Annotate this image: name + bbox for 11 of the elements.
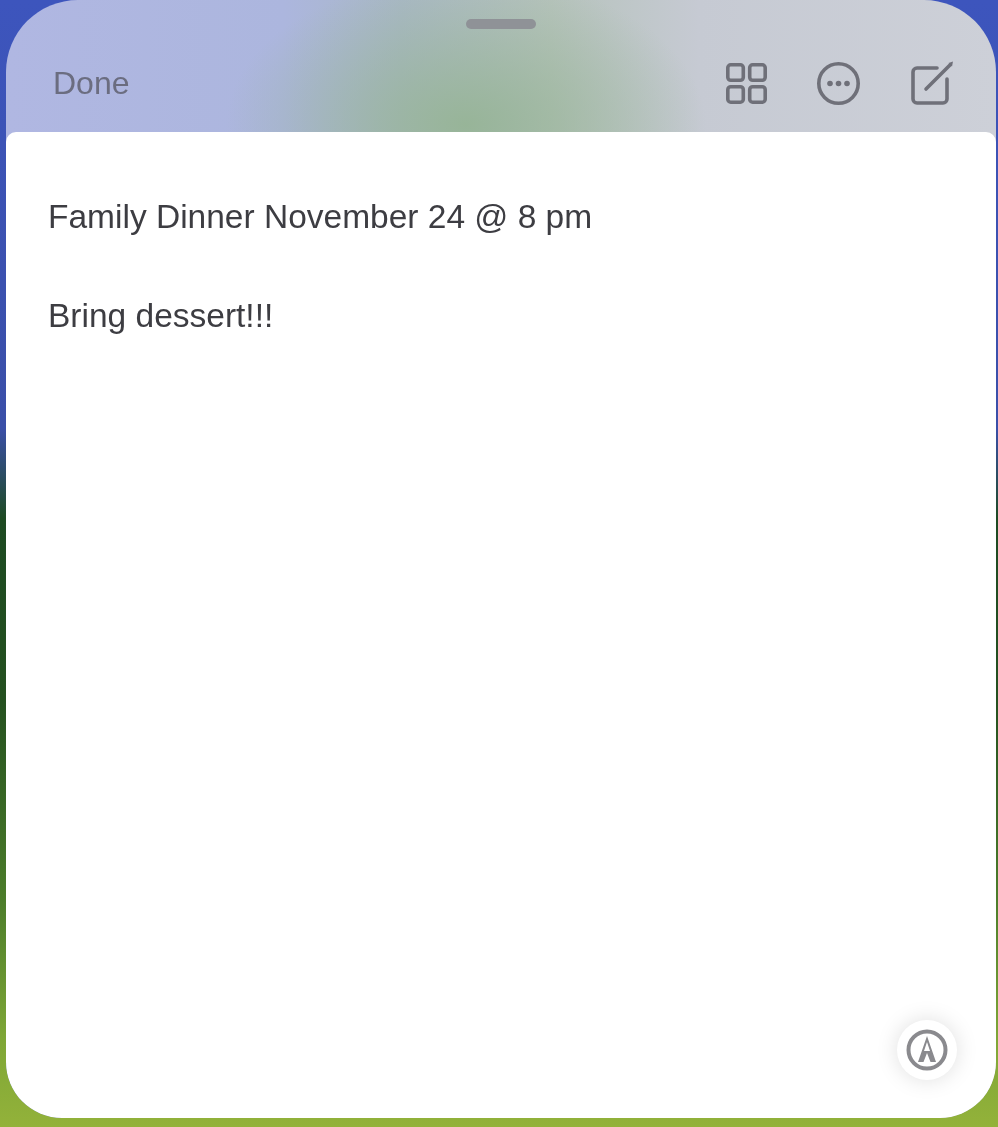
drag-handle[interactable] <box>466 19 536 29</box>
note-editor[interactable]: Family Dinner November 24 @ 8 pm Bring dessert!!! <box>6 132 996 1118</box>
note-text: Family Dinner November 24 @ 8 pm <box>48 197 594 237</box>
compose-icon <box>910 61 955 105</box>
note-text: Bring dessert!!! <box>48 296 275 336</box>
grid-view-button[interactable] <box>726 62 767 104</box>
more-icon <box>817 61 860 105</box>
compose-button[interactable] <box>910 61 955 105</box>
pen-tip-icon <box>906 1029 948 1071</box>
grid-icon <box>726 62 767 104</box>
more-button[interactable] <box>817 61 860 105</box>
